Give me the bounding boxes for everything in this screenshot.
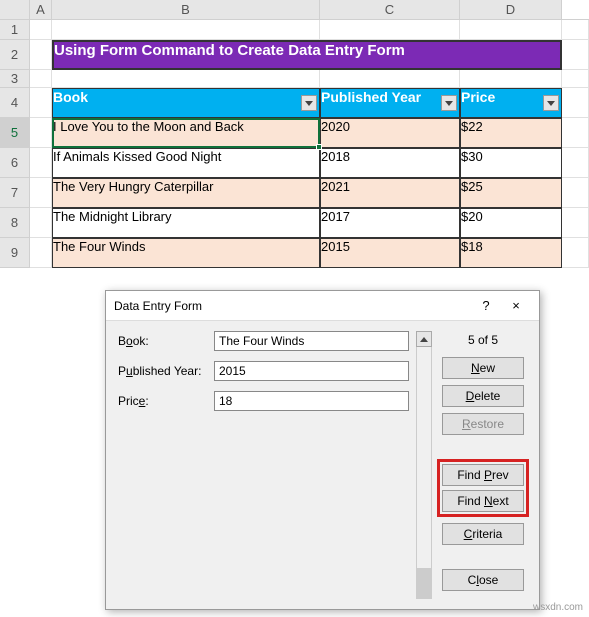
price-input[interactable] [214, 391, 409, 411]
table-cell[interactable]: 2017 [320, 208, 460, 238]
row-header-3[interactable]: 3 [0, 70, 30, 88]
row-header-4[interactable]: 4 [0, 88, 30, 118]
dialog-fields: Book: Published Year: Price: [118, 331, 409, 599]
record-counter: 5 of 5 [468, 333, 498, 347]
highlighted-buttons: Find Prev Find Next [437, 459, 529, 517]
table-cell[interactable]: 2018 [320, 148, 460, 178]
table-cell[interactable]: $20 [460, 208, 562, 238]
row-header-9[interactable]: 9 [0, 238, 30, 268]
col-header-a[interactable]: A [30, 0, 52, 19]
watermark: wsxdn.com [533, 602, 583, 613]
column-headers: A B C D [0, 0, 589, 20]
table-header-year[interactable]: Published Year [320, 88, 460, 118]
restore-button: Restore [442, 413, 524, 435]
row-header-6[interactable]: 6 [0, 148, 30, 178]
dialog-buttons: 5 of 5 New Delete Restore Find Prev Find… [439, 331, 527, 599]
year-input[interactable] [214, 361, 409, 381]
find-next-button[interactable]: Find Next [442, 490, 524, 512]
dialog-titlebar[interactable]: Data Entry Form ? × [106, 291, 539, 321]
table-header-price[interactable]: Price [460, 88, 562, 118]
filter-button[interactable] [301, 95, 317, 111]
close-button[interactable]: × [501, 292, 531, 320]
filter-button[interactable] [543, 95, 559, 111]
price-label: Price: [118, 394, 210, 408]
table-cell[interactable]: $25 [460, 178, 562, 208]
help-button[interactable]: ? [471, 292, 501, 320]
row-header-8[interactable]: 8 [0, 208, 30, 238]
row-header-7[interactable]: 7 [0, 178, 30, 208]
select-all-corner[interactable] [0, 0, 30, 19]
scroll-up-icon[interactable] [416, 331, 432, 347]
close-form-button[interactable]: Close [442, 569, 524, 591]
table-cell[interactable]: The Very Hungry Caterpillar [52, 178, 320, 208]
table-cell[interactable]: 2021 [320, 178, 460, 208]
data-entry-form-dialog: Data Entry Form ? × Book: Published Year… [105, 290, 540, 610]
table-cell[interactable]: The Midnight Library [52, 208, 320, 238]
table-cell[interactable]: 2015 [320, 238, 460, 268]
dialog-title: Data Entry Form [114, 299, 471, 313]
table-header-book[interactable]: Book [52, 88, 320, 118]
year-label: Published Year: [118, 364, 210, 378]
col-header-d[interactable]: D [460, 0, 562, 19]
fill-handle[interactable] [316, 144, 322, 150]
book-input[interactable] [214, 331, 409, 351]
book-label: Book: [118, 334, 210, 348]
row-header-2[interactable]: 2 [0, 40, 30, 70]
table-cell[interactable]: If Animals Kissed Good Night [52, 148, 320, 178]
criteria-button[interactable]: Criteria [442, 523, 524, 545]
active-cell[interactable]: I Love You to the Moon and Back [52, 118, 320, 148]
col-header-c[interactable]: C [320, 0, 460, 19]
scroll-track[interactable] [416, 347, 432, 599]
record-scrollbar[interactable] [415, 331, 433, 599]
table-cell[interactable]: $30 [460, 148, 562, 178]
delete-button[interactable]: Delete [442, 385, 524, 407]
table-cell[interactable]: The Four Winds [52, 238, 320, 268]
table-cell[interactable]: $22 [460, 118, 562, 148]
row-header-1[interactable]: 1 [0, 20, 30, 40]
table-cell[interactable]: 2020 [320, 118, 460, 148]
new-button[interactable]: New [442, 357, 524, 379]
page-title[interactable]: Using Form Command to Create Data Entry … [52, 40, 562, 70]
col-header-b[interactable]: B [52, 0, 320, 19]
find-prev-button[interactable]: Find Prev [442, 464, 524, 486]
scroll-thumb[interactable] [417, 568, 431, 598]
filter-button[interactable] [441, 95, 457, 111]
table-cell[interactable]: $18 [460, 238, 562, 268]
row-header-5[interactable]: 5 [0, 118, 30, 148]
